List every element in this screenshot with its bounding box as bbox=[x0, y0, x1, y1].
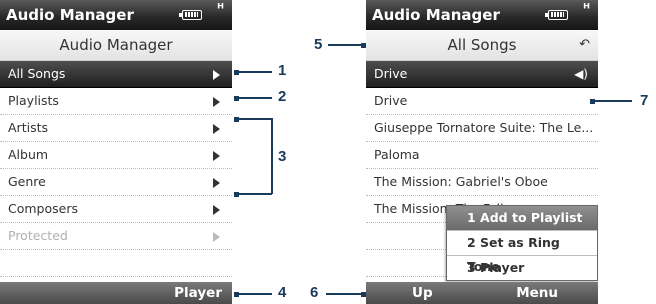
signal-icon: ᴴ bbox=[583, 2, 590, 17]
back-icon[interactable]: ↶ bbox=[579, 30, 590, 60]
battery-icon bbox=[545, 10, 568, 20]
menu-item-all-songs[interactable]: All Songs bbox=[0, 61, 232, 88]
menu-item-label: Composers bbox=[8, 201, 78, 216]
chevron-right-icon bbox=[213, 124, 220, 134]
callout-5: 5 bbox=[314, 36, 323, 53]
title-bar: Audio Manager ᴴ bbox=[0, 0, 232, 30]
menu-item-playlists[interactable]: Playlists bbox=[0, 88, 232, 115]
callout-3: 3 bbox=[278, 148, 287, 165]
menu-item-genre[interactable]: Genre bbox=[0, 169, 232, 196]
song-label: Giuseppe Tornatore Suite: The Le... bbox=[374, 120, 594, 135]
callout-bracket bbox=[271, 118, 273, 194]
menu-item-label: Genre bbox=[8, 174, 46, 189]
right-screen: Audio Manager ᴴ All Songs ↶ Drive ◀) Dri… bbox=[366, 0, 598, 304]
menu-item-label: Album bbox=[8, 147, 49, 162]
callout-line bbox=[236, 193, 272, 195]
callout-4: 4 bbox=[278, 284, 287, 301]
page-title: All Songs bbox=[447, 36, 517, 54]
softkey-bar: Player bbox=[0, 282, 232, 304]
menu-item-label: Protected bbox=[8, 228, 68, 243]
signal-icon: ᴴ bbox=[217, 2, 224, 17]
song-item[interactable]: Paloma bbox=[366, 142, 598, 169]
song-item[interactable]: Drive bbox=[366, 88, 598, 115]
song-label: Drive bbox=[374, 93, 408, 108]
page-header: Audio Manager bbox=[0, 30, 232, 61]
page-header: All Songs ↶ bbox=[366, 30, 598, 61]
chevron-right-icon bbox=[213, 232, 220, 242]
battery-icon bbox=[179, 10, 202, 20]
menu-item-composers[interactable]: Composers bbox=[0, 196, 232, 223]
song-label: The Mission: Gabriel's Oboe bbox=[374, 174, 548, 189]
app-title: Audio Manager bbox=[372, 6, 500, 24]
callout-dot bbox=[361, 43, 366, 48]
callout-line bbox=[236, 97, 272, 99]
menu-item-protected[interactable]: Protected bbox=[0, 223, 232, 250]
softkey-up[interactable]: Up bbox=[412, 285, 433, 301]
softkey-player[interactable]: Player bbox=[174, 285, 222, 301]
song-label: Drive bbox=[374, 66, 408, 81]
song-label: Paloma bbox=[374, 147, 420, 162]
chevron-right-icon bbox=[213, 205, 220, 215]
menu-item-album[interactable]: Album bbox=[0, 142, 232, 169]
softkey-menu[interactable]: Menu bbox=[516, 285, 558, 301]
callout-line bbox=[326, 293, 362, 295]
callout-line bbox=[592, 100, 632, 102]
empty-row bbox=[0, 250, 232, 277]
chevron-right-icon bbox=[213, 151, 220, 161]
menu-item-label: Artists bbox=[8, 120, 48, 135]
title-bar: Audio Manager ᴴ bbox=[366, 0, 598, 30]
chevron-right-icon bbox=[213, 97, 220, 107]
speaker-icon: ◀) bbox=[574, 67, 588, 81]
chevron-right-icon bbox=[213, 70, 220, 80]
app-title: Audio Manager bbox=[6, 6, 134, 24]
callout-dot bbox=[361, 292, 366, 297]
song-item[interactable]: The Mission: Gabriel's Oboe bbox=[366, 169, 598, 196]
menu-add-to-playlist[interactable]: 1 Add to Playlist bbox=[447, 206, 597, 231]
callout-7: 7 bbox=[640, 92, 649, 109]
softkey-bar: Up Menu bbox=[366, 282, 598, 304]
song-item[interactable]: Giuseppe Tornatore Suite: The Le... bbox=[366, 115, 598, 142]
callout-line bbox=[236, 71, 272, 73]
menu-player[interactable]: 3 Player bbox=[447, 256, 597, 280]
callout-2: 2 bbox=[278, 88, 287, 105]
song-item[interactable]: Drive ◀) bbox=[366, 61, 598, 88]
callout-1: 1 bbox=[278, 62, 287, 79]
context-menu: 1 Add to Playlist 2 Set as Ring Tone 3 P… bbox=[446, 205, 598, 281]
callout-line bbox=[328, 44, 362, 46]
menu-item-label: All Songs bbox=[8, 66, 66, 81]
left-screen: Audio Manager ᴴ Audio Manager All Songs … bbox=[0, 0, 232, 304]
menu-item-artists[interactable]: Artists bbox=[0, 115, 232, 142]
callout-line bbox=[236, 293, 272, 295]
callout-line bbox=[236, 118, 272, 120]
callout-6: 6 bbox=[310, 284, 319, 301]
chevron-right-icon bbox=[213, 178, 220, 188]
menu-set-as-ring-tone[interactable]: 2 Set as Ring Tone bbox=[447, 231, 597, 274]
menu-item-label: Playlists bbox=[8, 93, 59, 108]
